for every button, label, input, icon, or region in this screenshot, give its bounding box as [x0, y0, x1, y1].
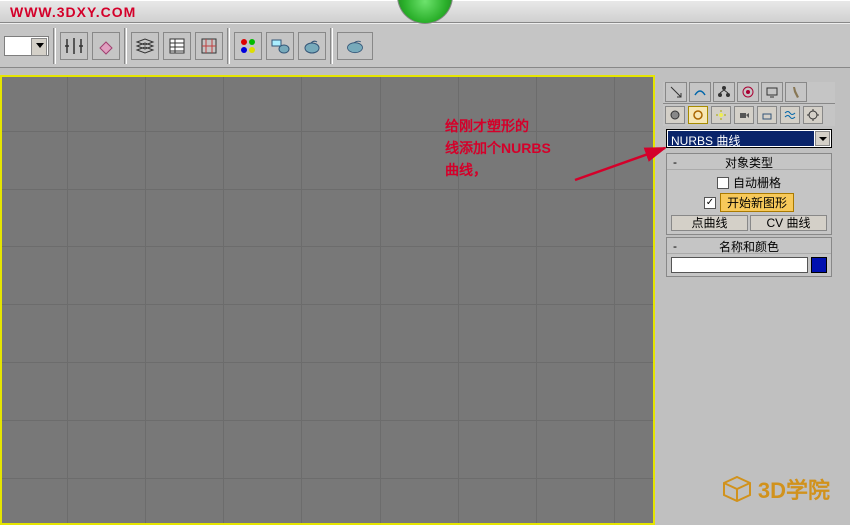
annotation-line: 曲线， [445, 159, 551, 181]
command-panel-tabs [663, 82, 835, 104]
toolbar-separator [227, 28, 230, 64]
selection-filter-combo[interactable] [4, 36, 49, 56]
cube-icon [722, 476, 752, 502]
snap-icon[interactable] [195, 32, 223, 60]
dropdown-selected-text: NURBS 曲线 [668, 131, 814, 146]
geometry-icon[interactable] [665, 106, 685, 124]
command-panel: NURBS 曲线 - 对象类型 自动栅格 开始新图形 点曲线 CV 曲线 - [663, 82, 835, 279]
toolbar-separator [124, 28, 127, 64]
main-toolbar [0, 23, 850, 68]
shape-category-dropdown[interactable]: NURBS 曲线 [666, 129, 832, 148]
colors-icon[interactable] [234, 32, 262, 60]
rollout-header[interactable]: - 对象类型 [667, 154, 831, 170]
start-new-shape-checkbox[interactable] [704, 197, 716, 209]
point-curve-button[interactable]: 点曲线 [671, 215, 748, 231]
object-type-rollout: - 对象类型 自动栅格 开始新图形 点曲线 CV 曲线 [666, 153, 832, 235]
create-subcategory-row [663, 104, 835, 126]
motion-tab-icon[interactable] [737, 82, 759, 102]
modify-tab-icon[interactable] [689, 82, 711, 102]
start-new-shape-label: 开始新图形 [720, 193, 794, 212]
toolbar-separator [53, 28, 56, 64]
watermark-logo: 3D学院 [722, 473, 830, 505]
annotation-line: 线添加个NURBS [445, 137, 551, 159]
utilities-tab-icon[interactable] [785, 82, 807, 102]
shapes-icon[interactable] [688, 106, 708, 124]
create-tab-icon[interactable] [665, 82, 687, 102]
rollout-header[interactable]: - 名称和颜色 [667, 238, 831, 254]
erase-icon[interactable] [92, 32, 120, 60]
logo-text: 3D学院 [758, 473, 830, 505]
hierarchy-tab-icon[interactable] [713, 82, 735, 102]
display-tab-icon[interactable] [761, 82, 783, 102]
active-viewport[interactable] [0, 75, 655, 525]
collapse-icon: - [673, 239, 677, 253]
mirror-icon[interactable] [60, 32, 88, 60]
annotation-text: 给刚才塑形的 线添加个NURBS 曲线， [445, 115, 551, 181]
systems-icon[interactable] [803, 106, 823, 124]
name-and-color-rollout: - 名称和颜色 [666, 237, 832, 277]
table-icon[interactable] [163, 32, 191, 60]
autogrid-checkbox[interactable] [717, 177, 729, 189]
render-icon[interactable] [298, 32, 326, 60]
viewport-grid [2, 77, 653, 523]
object-color-swatch[interactable] [811, 257, 827, 273]
cv-curve-button[interactable]: CV 曲线 [750, 215, 827, 231]
rollout-title: 对象类型 [725, 156, 773, 170]
object-name-input[interactable] [671, 257, 808, 273]
app-logo-blob [397, 0, 453, 24]
watermark-text: WWW.3DXY.COM [10, 4, 136, 20]
annotation-line: 给刚才塑形的 [445, 115, 551, 137]
lights-icon[interactable] [711, 106, 731, 124]
collapse-icon: - [673, 155, 677, 169]
render-setup-icon[interactable] [266, 32, 294, 60]
rollout-title: 名称和颜色 [719, 240, 779, 254]
spacewarps-icon[interactable] [780, 106, 800, 124]
cameras-icon[interactable] [734, 106, 754, 124]
helpers-icon[interactable] [757, 106, 777, 124]
big-teapot-icon[interactable] [337, 32, 373, 60]
viewport-area [0, 68, 660, 525]
toolbar-separator [330, 28, 333, 64]
layers-icon[interactable] [131, 32, 159, 60]
chevron-down-icon [815, 131, 830, 146]
autogrid-label: 自动栅格 [733, 174, 781, 191]
